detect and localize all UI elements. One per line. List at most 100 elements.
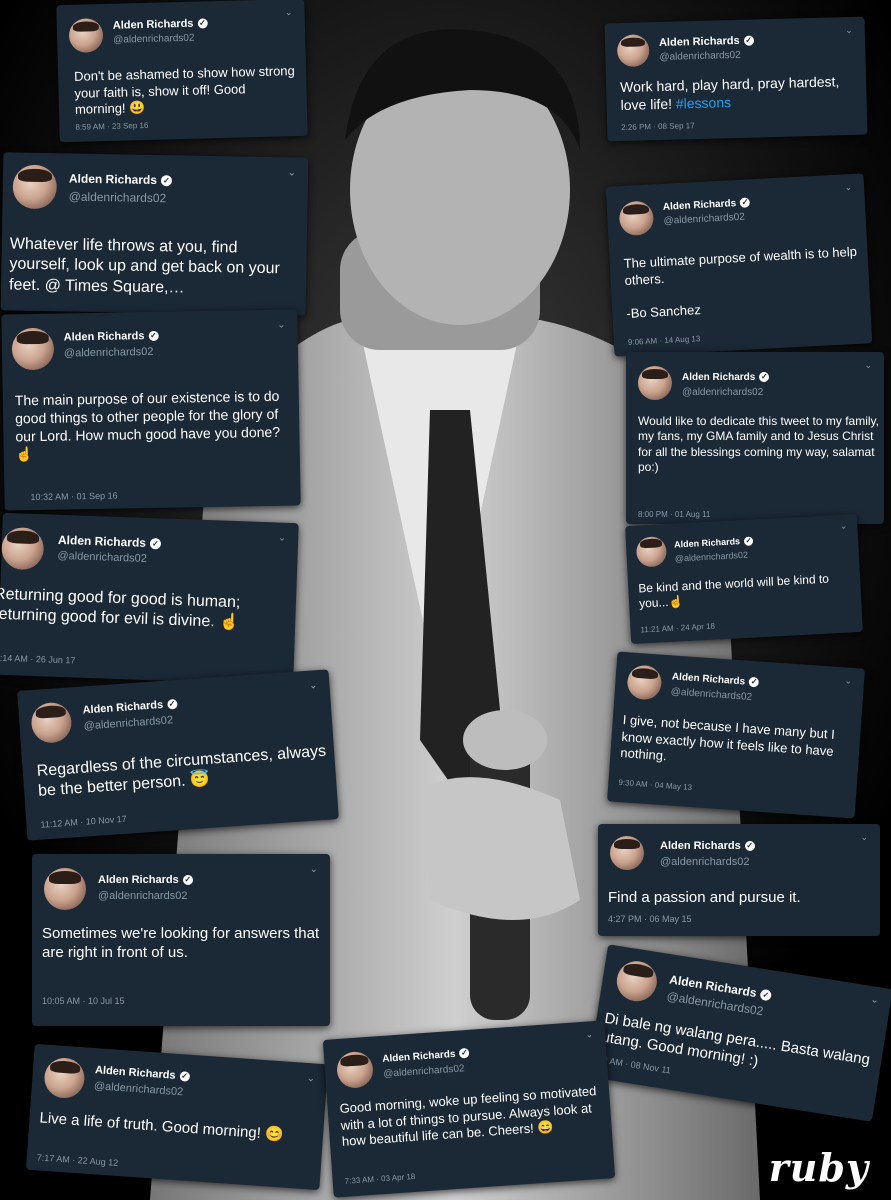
tweet-timestamp: 10:14 AM · 26 Jun 17 xyxy=(0,652,76,666)
avatar xyxy=(610,836,644,870)
verified-badge-icon: ✓ xyxy=(182,875,193,886)
author-name: Alden Richards ✓ xyxy=(69,171,173,187)
avatar xyxy=(626,664,663,701)
tweet-timestamp: 10:05 AM · 10 Jul 15 xyxy=(42,996,125,1006)
avatar xyxy=(30,701,73,745)
avatar xyxy=(12,164,58,210)
tweet-card[interactable]: Alden Richards ✓ @aldenrichards02 ⌄ Good … xyxy=(322,1020,616,1198)
author-name: Alden Richards ✓ xyxy=(82,698,178,717)
author-handle: @aldenrichards02 xyxy=(113,32,195,46)
avatar xyxy=(618,200,655,237)
tweet-card[interactable]: Alden Richards ✓ @aldenrichards02 ⌄ Don't… xyxy=(56,0,308,143)
author-handle: @aldenrichards02 xyxy=(660,856,750,868)
chevron-down-icon[interactable]: ⌄ xyxy=(860,832,868,843)
chevron-down-icon[interactable]: ⌄ xyxy=(306,1073,315,1085)
author-handle: @aldenrichards02 xyxy=(63,345,154,360)
author-name: Alden Richards ✓ xyxy=(112,17,208,32)
chevron-down-icon[interactable]: ⌄ xyxy=(844,675,852,686)
tweet-text: Work hard, play hard, pray hardest, love… xyxy=(619,73,840,113)
tweet-timestamp: 10:32 AM · 01 Sep 16 xyxy=(30,490,118,503)
verified-badge-icon: ✓ xyxy=(744,841,755,852)
avatar xyxy=(44,868,86,910)
tweet-timestamp: 7:17 AM · 22 Aug 12 xyxy=(36,1152,119,1168)
tweet-text: Find a passion and pursue it. xyxy=(608,889,801,906)
avatar xyxy=(0,526,45,571)
chevron-down-icon[interactable]: ⌄ xyxy=(310,864,318,875)
chevron-down-icon[interactable]: ⌄ xyxy=(870,994,880,1006)
author-handle: @aldenrichards02 xyxy=(83,714,174,733)
tweet-card[interactable]: Alden Richards ✓ @aldenrichards02 ⌄ Whate… xyxy=(0,152,309,316)
author-name: Alden Richards ✓ xyxy=(660,840,755,852)
verified-badge-icon: ✓ xyxy=(759,372,770,383)
tweet-card[interactable]: Alden Richards ✓ @aldenrichards02 ⌄ I giv… xyxy=(607,651,865,819)
tweet-text: Would like to dedicate this tweet to my … xyxy=(638,414,879,475)
tweet-timestamp: 2:26 PM · 08 Sep 17 xyxy=(621,121,695,133)
tweet-timestamp: 9:06 AM · 14 Aug 13 xyxy=(627,334,701,347)
chevron-down-icon[interactable]: ⌄ xyxy=(864,360,872,371)
avatar xyxy=(616,34,650,68)
verified-badge-icon: ✓ xyxy=(739,197,751,209)
author-handle: @aldenrichards02 xyxy=(659,49,741,63)
chevron-down-icon[interactable]: ⌄ xyxy=(844,182,852,193)
author-name: Alden Richards ✓ xyxy=(63,330,159,344)
chevron-down-icon[interactable]: ⌄ xyxy=(309,680,318,692)
avatar xyxy=(11,327,55,371)
tweet-card[interactable]: Alden Richards ✓ @aldenrichards02 ⌄ Be ki… xyxy=(625,514,863,644)
tweet-text: Good morning, woke up feeling so motivat… xyxy=(339,1083,597,1150)
tweet-text: The main purpose of our existence is to … xyxy=(14,387,281,463)
tweet-text: Di bale ng walang pera..... Basta walang… xyxy=(600,1009,872,1071)
tweet-text: The ultimate purpose of wealth is to hel… xyxy=(623,243,858,321)
tweet-timestamp: 11:12 AM · 10 Nov 17 xyxy=(40,813,128,830)
author-handle: @aldenrichards02 xyxy=(663,211,746,227)
author-name: Alden Richards ✓ xyxy=(98,874,193,886)
tweet-card[interactable]: Alden Richards ✓ @aldenrichards02 ⌄ Regar… xyxy=(17,669,339,841)
tweet-card[interactable]: Alden Richards ✓ @aldenrichards02 ⌄ Somet… xyxy=(32,854,330,1026)
verified-badge-icon: ✓ xyxy=(743,35,754,46)
chevron-down-icon[interactable]: ⌄ xyxy=(585,1029,593,1040)
tweet-text: Returning good for good is human; return… xyxy=(0,585,241,632)
author-handle: @aldenrichards02 xyxy=(98,890,188,902)
chevron-down-icon[interactable]: ⌄ xyxy=(840,521,848,532)
author-name: Alden Richards ✓ xyxy=(94,1064,190,1082)
author-name: Alden Richards ✓ xyxy=(381,1048,470,1065)
author-handle: @aldenrichards02 xyxy=(57,549,148,565)
author-name: Alden Richards ✓ xyxy=(658,34,754,50)
chevron-down-icon[interactable]: ⌄ xyxy=(278,532,287,543)
hashtag-link[interactable]: #lessons xyxy=(676,94,732,111)
tweet-timestamp: 4:27 PM · 06 May 15 xyxy=(608,914,692,924)
signature-watermark: ruby xyxy=(768,1145,869,1190)
tweet-text: I give, not because I have many but I kn… xyxy=(619,712,836,764)
tweet-card[interactable]: Alden Richards ✓ @aldenrichards02 ⌄ Retur… xyxy=(0,512,299,686)
chevron-down-icon[interactable]: ⌄ xyxy=(285,7,293,18)
tweet-text: Don't be ashamed to show how strong your… xyxy=(73,63,295,118)
verified-badge-icon: ✓ xyxy=(459,1048,470,1059)
avatar xyxy=(635,536,668,568)
tweet-text: Live a life of truth. Good morning! 😊 xyxy=(39,1109,285,1144)
tweet-timestamp: 11:21 AM · 24 Apr 18 xyxy=(640,621,716,635)
verified-badge-icon: ✓ xyxy=(148,330,159,342)
tweet-card[interactable]: Alden Richards ✓ @aldenrichards02 ⌄ Would… xyxy=(626,352,884,524)
tweet-text: Be kind and the world will be kind to yo… xyxy=(637,571,830,611)
avatar xyxy=(68,18,104,53)
tweet-card[interactable]: Alden Richards ✓ @aldenrichards02 ⌄ The u… xyxy=(605,173,873,357)
chevron-down-icon[interactable]: ⌄ xyxy=(845,25,853,36)
tweet-card[interactable]: Alden Richards ✓ @aldenrichards02 ⌄ Find … xyxy=(598,824,880,936)
chevron-down-icon[interactable]: ⌄ xyxy=(288,167,297,178)
tweet-card[interactable]: Alden Richards ✓ @aldenrichards02 ⌄ Work … xyxy=(604,16,868,142)
verified-badge-icon: ✓ xyxy=(160,175,173,187)
author-name: Alden Richards ✓ xyxy=(673,536,754,550)
tweet-timestamp: 8:00 PM · 01 Aug 11 xyxy=(638,510,711,519)
avatar xyxy=(613,958,660,1005)
tweet-card[interactable]: Alden Richards ✓ @aldenrichards02 ⌄ The m… xyxy=(1,309,301,511)
tweet-card[interactable]: Alden Richards ✓ @aldenrichards02 ⌄ Live … xyxy=(25,1043,329,1191)
verified-badge-icon: ✓ xyxy=(748,677,760,688)
author-handle: @aldenrichards02 xyxy=(68,189,167,206)
author-name: Alden Richards ✓ xyxy=(662,197,751,213)
author-handle: @aldenrichards02 xyxy=(93,1080,184,1099)
chevron-down-icon[interactable]: ⌄ xyxy=(277,320,286,331)
verified-badge-icon: ✓ xyxy=(759,989,773,1002)
verified-badge-icon: ✓ xyxy=(197,18,208,29)
verified-badge-icon: ✓ xyxy=(149,538,162,550)
author-name: Alden Richards ✓ xyxy=(58,533,162,551)
verified-badge-icon: ✓ xyxy=(743,536,754,547)
